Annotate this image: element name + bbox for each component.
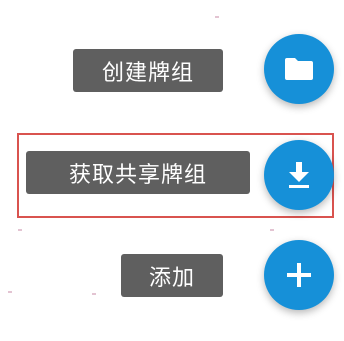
get-shared-decks-label-text: 获取共享牌组 <box>68 162 207 188</box>
speed-dial-menu: 创建牌组 获取共享牌组 添加 <box>0 0 344 341</box>
artifact-speck <box>215 16 219 18</box>
artifact-speck <box>92 293 96 295</box>
plus-icon <box>286 262 312 288</box>
artifact-speck <box>18 229 22 231</box>
folder-icon <box>283 56 315 82</box>
artifact-speck <box>8 291 12 293</box>
create-deck-label-text: 创建牌组 <box>101 60 194 86</box>
create-deck-label[interactable]: 创建牌组 <box>73 49 223 92</box>
download-icon <box>286 160 312 190</box>
create-deck-button[interactable] <box>264 34 334 104</box>
artifact-speck <box>270 229 274 231</box>
add-label[interactable]: 添加 <box>121 254 223 297</box>
get-shared-decks-label[interactable]: 获取共享牌组 <box>26 151 250 194</box>
add-label-text: 添加 <box>148 265 195 291</box>
get-shared-decks-button[interactable] <box>264 140 334 210</box>
add-button[interactable] <box>264 240 334 310</box>
